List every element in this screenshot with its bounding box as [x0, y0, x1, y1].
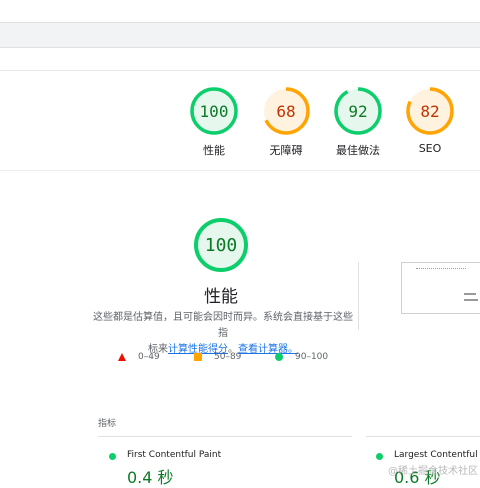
metric-name: Largest Contentful P [394, 450, 480, 460]
thumbnail-line [464, 293, 476, 295]
legend-pass: 90–100 [275, 352, 328, 362]
legend-range: 50–89 [214, 352, 242, 362]
circle-icon [275, 353, 283, 361]
metric-name: First Contentful Paint [127, 450, 222, 460]
thumbnail-line [416, 268, 466, 270]
triangle-icon [118, 353, 126, 361]
watermark: @稀土掘金技术社区 [388, 466, 478, 477]
performance-title: 性能 [204, 287, 238, 307]
gauge-performance[interactable]: 100 性能 [189, 86, 239, 157]
thumbnail-line [464, 299, 478, 301]
legend-range: 0–49 [138, 352, 160, 362]
section-divider [0, 170, 480, 171]
legend-fail: 0–49 [118, 352, 160, 362]
page-screenshot-thumbnail[interactable] [401, 262, 480, 314]
gauge-score: 92 [348, 101, 368, 121]
performance-gauge: 100 [193, 217, 249, 273]
gauge-seo[interactable]: 82 SEO [405, 86, 455, 155]
gauge-accessibility[interactable]: 68 无障碍 [261, 86, 311, 157]
metric-value: 0.4 秒 [127, 468, 174, 487]
legend-average: 50–89 [194, 352, 241, 362]
performance-description: 这些都是估算值，且可能会因时而异。系统会直接基于这些指 标来计算性能得分。查看计… [92, 310, 354, 358]
gauge-best-practices[interactable]: 92 最佳做法 [333, 86, 383, 157]
metrics-divider [366, 436, 480, 437]
address-bar[interactable] [0, 22, 480, 48]
square-icon [194, 353, 202, 361]
vertical-separator [358, 262, 359, 330]
legend-range: 90–100 [295, 352, 329, 362]
gauge-score: 82 [420, 101, 440, 121]
pass-circle-icon [109, 453, 116, 460]
pass-circle-icon [376, 453, 383, 460]
metrics-heading: 指标 [98, 419, 117, 429]
gauge-score: 100 [199, 101, 229, 121]
performance-score: 100 [204, 234, 238, 256]
description-line1: 这些都是估算值，且可能会因时而异。系统会直接基于这些指 [93, 312, 353, 339]
header-divider [0, 70, 480, 71]
browser-top-strip [0, 0, 480, 22]
gauge-score: 68 [276, 101, 296, 121]
gauge-label: SEO [418, 142, 442, 155]
metrics-divider [98, 436, 352, 437]
